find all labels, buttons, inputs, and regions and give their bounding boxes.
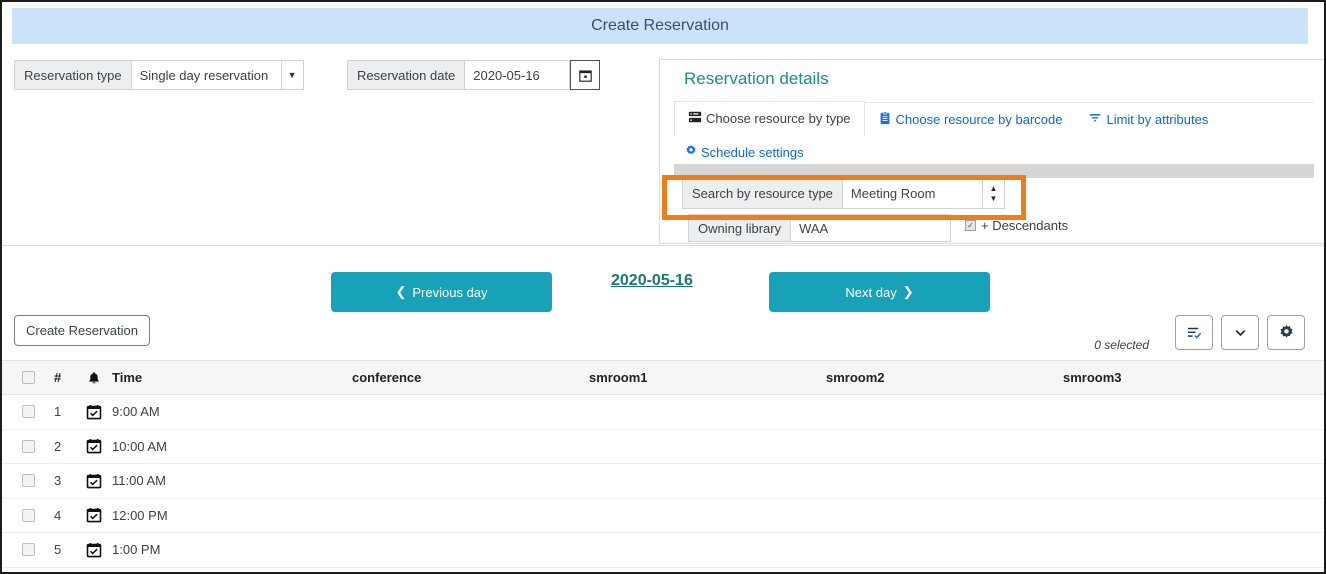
row-actions-button[interactable]: [1175, 315, 1213, 350]
filter-icon: [1088, 111, 1102, 128]
owning-library-group: Owning library WAA: [688, 214, 952, 242]
calendar-check-icon[interactable]: [76, 473, 112, 489]
dropdown-button[interactable]: [1221, 315, 1259, 350]
chevron-right-icon: ❯: [902, 284, 914, 299]
previous-day-label: Previous day: [412, 284, 488, 300]
calendar-check-icon[interactable]: [76, 438, 112, 454]
current-date-link[interactable]: 2020-05-16: [611, 272, 693, 290]
checkbox-icon[interactable]: [21, 508, 35, 522]
row-time: 1:00 PM: [112, 542, 161, 558]
bell-icon: [76, 371, 112, 385]
chevron-down-icon[interactable]: ▼: [281, 60, 304, 90]
table-row[interactable]: 4 12:00 PM: [2, 499, 1324, 533]
row-select-cell[interactable]: [2, 543, 54, 557]
tab-label: Limit by attributes: [1106, 111, 1209, 127]
tab-choose-resource-by-type[interactable]: Choose resource by type: [674, 101, 865, 136]
table-row[interactable]: 2 10:00 AM: [2, 430, 1324, 464]
column-smroom1: smroom1: [589, 370, 648, 385]
column-number: #: [54, 370, 62, 385]
row-number: 1: [54, 404, 62, 420]
column-conference: conference: [352, 370, 422, 385]
row-select-cell[interactable]: [2, 508, 54, 522]
descendants-option[interactable]: ✓ + Descendants: [965, 218, 1068, 233]
descendants-label: + Descendants: [981, 218, 1069, 233]
row-time: 10:00 AM: [112, 438, 167, 454]
column-smroom3: smroom3: [1063, 370, 1122, 385]
tab-choose-resource-by-barcode[interactable]: Choose resource by barcode: [865, 102, 1076, 136]
table-row[interactable]: 1 9:00 AM: [2, 395, 1324, 430]
calendar-icon[interactable]: [570, 60, 601, 90]
tab-label: Choose resource by type: [706, 111, 851, 126]
spinner-stepper[interactable]: ▲ ▼: [982, 178, 1005, 209]
table-row[interactable]: 5 1:00 PM: [2, 533, 1324, 568]
tab-label: Choose resource by barcode: [895, 111, 1063, 127]
row-select-cell[interactable]: [2, 439, 54, 453]
descendants-checkbox[interactable]: ✓: [965, 220, 976, 231]
page-title: Create Reservation: [591, 17, 729, 34]
create-reservation-button[interactable]: Create Reservation: [14, 315, 150, 346]
reservations-table: # Time conference smroom1 smroom2 smroom…: [2, 360, 1324, 568]
owning-library-input[interactable]: WAA: [791, 214, 952, 242]
next-day-label: Next day: [845, 284, 897, 300]
chevron-left-icon: ❮: [395, 284, 407, 299]
row-time: 11:00 AM: [112, 473, 166, 489]
search-by-resource-type-input[interactable]: Meeting Room: [842, 178, 983, 209]
calendar-check-icon[interactable]: [76, 404, 112, 420]
search-by-resource-type-label: Search by resource type: [682, 178, 843, 209]
row-select-cell[interactable]: [2, 474, 54, 488]
checkbox-icon[interactable]: [21, 405, 35, 419]
checkbox-icon[interactable]: [21, 543, 35, 557]
chevron-down-icon[interactable]: ▼: [989, 195, 997, 203]
checkbox-icon[interactable]: [21, 371, 35, 384]
row-number: 4: [54, 507, 62, 523]
chevron-down-icon: [1235, 329, 1245, 337]
reservation-type-label: Reservation type: [14, 60, 132, 90]
row-time: 9:00 AM: [112, 404, 160, 420]
search-by-resource-type-group: Search by resource type Meeting Room ▲ ▼: [682, 178, 1005, 209]
reservation-type-group: Reservation type Single day reservation …: [14, 60, 304, 90]
reservation-date-group: Reservation date 2020-05-16: [347, 60, 601, 90]
owning-library-label: Owning library: [688, 214, 792, 242]
row-number: 2: [54, 438, 62, 454]
server-rack-icon: [688, 110, 702, 127]
row-time: 12:00 PM: [112, 507, 168, 523]
chevron-up-icon[interactable]: ▲: [989, 185, 997, 193]
reservation-type-select[interactable]: Single day reservation: [131, 60, 282, 90]
select-all-cell[interactable]: [2, 371, 54, 384]
gear-icon: [684, 144, 698, 161]
create-reservation-screen: Create Reservation Reservation type Sing…: [0, 0, 1326, 574]
resource-tabs: Choose resource by type Choose resource …: [674, 101, 1221, 136]
row-number: 5: [54, 542, 62, 558]
settings-button[interactable]: [1267, 315, 1305, 350]
section-divider: [2, 245, 1324, 246]
previous-day-button[interactable]: ❮ Previous day: [331, 272, 552, 312]
row-number: 3: [54, 473, 62, 489]
calendar-check-icon[interactable]: [76, 542, 112, 558]
panel-heading: Reservation details: [684, 69, 829, 88]
column-smroom2: smroom2: [826, 370, 885, 385]
tab-limit-by-attributes[interactable]: Limit by attributes: [1075, 102, 1221, 136]
schedule-settings-link[interactable]: Schedule settings: [684, 144, 804, 161]
reservation-date-input[interactable]: 2020-05-16: [465, 60, 571, 90]
table-row[interactable]: 3 11:00 AM: [2, 464, 1324, 499]
reservation-date-label: Reservation date: [347, 60, 466, 90]
column-time: Time: [112, 370, 143, 385]
schedule-settings-label: Schedule settings: [701, 145, 804, 160]
table-header-row: # Time conference smroom1 smroom2 smroom…: [2, 360, 1324, 395]
checkbox-icon[interactable]: [21, 474, 35, 488]
calendar-check-icon[interactable]: [76, 507, 112, 523]
panel-grey-bar: [674, 164, 1314, 178]
selected-count-label: 0 selected: [1094, 338, 1149, 352]
checkbox-icon[interactable]: [21, 439, 35, 453]
gear-icon: [1279, 324, 1293, 338]
row-select-cell[interactable]: [2, 405, 54, 419]
row-actions-icon: [1187, 327, 1201, 339]
clipboard-icon: [878, 111, 892, 128]
page-title-banner: Create Reservation: [12, 8, 1308, 44]
next-day-button[interactable]: Next day ❯: [769, 272, 990, 312]
